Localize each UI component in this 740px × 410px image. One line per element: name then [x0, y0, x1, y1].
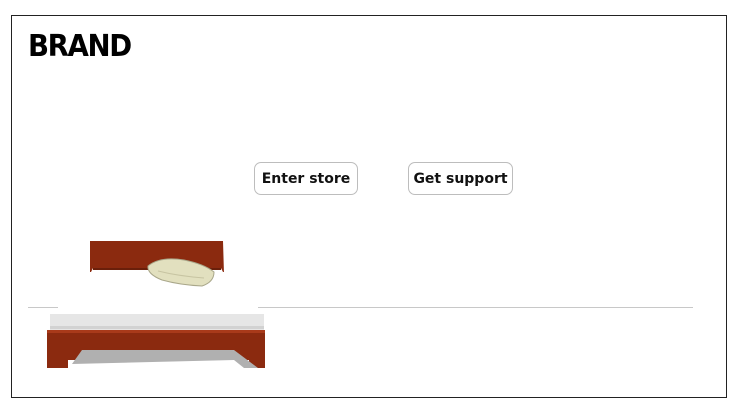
bed-shadow: [72, 350, 258, 368]
enter-store-button[interactable]: Enter store: [254, 162, 358, 195]
brand-logo[interactable]: BRAND: [28, 29, 132, 64]
bed-illustration: [47, 241, 265, 368]
get-support-button[interactable]: Get support: [408, 162, 513, 195]
page-frame: BRAND Enter store Get support: [11, 15, 727, 398]
